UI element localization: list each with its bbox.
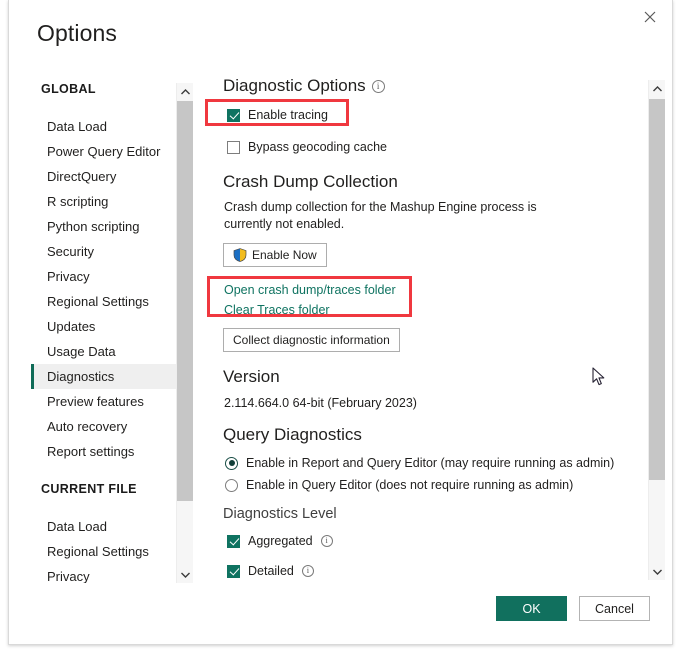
sidebar-item-auto-recovery[interactable]: Auto recovery: [31, 414, 176, 439]
scroll-down-arrow-icon[interactable]: [177, 566, 193, 583]
collect-diagnostic-label: Collect diagnostic information: [233, 333, 390, 347]
sidebar-item-python-scripting[interactable]: Python scripting: [31, 214, 176, 239]
dialog-titlebar: Options: [9, 0, 672, 62]
bypass-geocoding-checkbox-row[interactable]: Bypass geocoding cache: [227, 140, 387, 154]
content-scroll-thumb[interactable]: [649, 99, 665, 480]
aggregated-label: Aggregated: [248, 534, 313, 548]
open-crash-dump-folder-link[interactable]: Open crash dump/traces folder: [224, 281, 396, 299]
panel-divider: [199, 78, 200, 583]
enable-tracing-checkbox-row[interactable]: Enable tracing: [227, 108, 328, 122]
sidebar-item-usage-data[interactable]: Usage Data: [31, 339, 176, 364]
enable-query-editor-label: Enable in Query Editor (does not require…: [246, 478, 574, 492]
info-icon[interactable]: [301, 564, 314, 577]
close-icon[interactable]: [630, 2, 670, 32]
diagnostics-level-heading: Diagnostics Level: [223, 506, 337, 522]
enable-query-editor-radio-row[interactable]: Enable in Query Editor (does not require…: [225, 478, 573, 492]
version-heading-text: Version: [223, 367, 280, 386]
sidebar-item-diagnostics[interactable]: Diagnostics: [31, 364, 176, 389]
version-value: 2.114.664.0 64-bit (February 2023): [224, 396, 417, 410]
sidebar-item-directquery[interactable]: DirectQuery: [31, 164, 176, 189]
sidebar-item-data-load[interactable]: Data Load: [31, 114, 176, 139]
aggregated-checkbox-row[interactable]: Aggregated: [227, 534, 333, 548]
sidebar-group-title-current-file: CURRENT FILE: [41, 482, 137, 496]
sidebar-scroll-thumb[interactable]: [177, 101, 193, 501]
enable-now-label: Enable Now: [252, 248, 317, 262]
ok-button[interactable]: OK: [496, 596, 567, 621]
enable-report-query-editor-label: Enable in Report and Query Editor (may r…: [246, 456, 615, 470]
crash-dump-heading-text: Crash Dump Collection: [223, 172, 398, 191]
dialog-title: Options: [37, 20, 117, 46]
sidebar-item-security[interactable]: Security: [31, 239, 176, 264]
crash-dump-description: Crash dump collection for the Mashup Eng…: [224, 200, 537, 231]
diagnostic-options-heading: Diagnostic Options: [223, 75, 385, 97]
sidebar-item-current-privacy[interactable]: Privacy: [31, 564, 176, 583]
enable-report-query-editor-radio-row[interactable]: Enable in Report and Query Editor (may r…: [225, 456, 614, 470]
dialog-footer: OK Cancel: [496, 596, 650, 621]
scroll-down-arrow-icon[interactable]: [649, 563, 665, 580]
crash-dump-heading: Crash Dump Collection: [223, 171, 398, 193]
sidebar-item-updates[interactable]: Updates: [31, 314, 176, 339]
enable-tracing-checkbox[interactable]: [227, 108, 240, 122]
diagnostics-panel: Diagnostic Options Enable tracing Bypass…: [223, 75, 643, 583]
diagnostic-options-heading-text: Diagnostic Options: [223, 76, 366, 95]
info-icon[interactable]: [320, 534, 333, 547]
sidebar-item-current-regional-settings[interactable]: Regional Settings: [31, 539, 176, 564]
uac-shield-icon: [233, 248, 247, 262]
options-dialog: Options GLOBAL Data Load Power Query Edi…: [8, 0, 673, 645]
query-diagnostics-heading: Query Diagnostics: [223, 424, 362, 446]
enable-tracing-label: Enable tracing: [248, 108, 328, 122]
scroll-up-arrow-icon[interactable]: [177, 83, 193, 100]
enable-report-query-editor-radio[interactable]: [225, 456, 238, 470]
bypass-geocoding-checkbox[interactable]: [227, 140, 240, 154]
sidebar-nav[interactable]: GLOBAL Data Load Power Query Editor Dire…: [31, 78, 176, 583]
content-scrollbar[interactable]: [648, 80, 665, 580]
aggregated-checkbox[interactable]: [227, 534, 240, 548]
bypass-geocoding-label: Bypass geocoding cache: [248, 140, 387, 154]
sidebar-item-power-query-editor[interactable]: Power Query Editor: [31, 139, 176, 164]
detailed-checkbox[interactable]: [227, 564, 240, 578]
sidebar-item-preview-features[interactable]: Preview features: [31, 389, 176, 414]
detailed-label: Detailed: [248, 564, 294, 578]
sidebar-group-title-global: GLOBAL: [41, 82, 96, 96]
enable-now-button[interactable]: Enable Now: [223, 243, 327, 267]
sidebar-scrollbar[interactable]: [176, 83, 193, 583]
detailed-checkbox-row[interactable]: Detailed: [227, 564, 314, 578]
sidebar-item-privacy[interactable]: Privacy: [31, 264, 176, 289]
clear-traces-folder-link[interactable]: Clear Traces folder: [224, 301, 330, 319]
version-heading: Version: [223, 366, 280, 388]
cancel-button[interactable]: Cancel: [579, 596, 650, 621]
info-icon[interactable]: [371, 79, 385, 93]
sidebar-item-current-data-load[interactable]: Data Load: [31, 514, 176, 539]
collect-diagnostic-information-button[interactable]: Collect diagnostic information: [223, 328, 400, 352]
sidebar-item-report-settings[interactable]: Report settings: [31, 439, 176, 464]
sidebar-item-r-scripting[interactable]: R scripting: [31, 189, 176, 214]
sidebar-item-regional-settings[interactable]: Regional Settings: [31, 289, 176, 314]
query-diagnostics-heading-text: Query Diagnostics: [223, 425, 362, 444]
scroll-up-arrow-icon[interactable]: [649, 80, 665, 97]
enable-query-editor-radio[interactable]: [225, 478, 238, 492]
